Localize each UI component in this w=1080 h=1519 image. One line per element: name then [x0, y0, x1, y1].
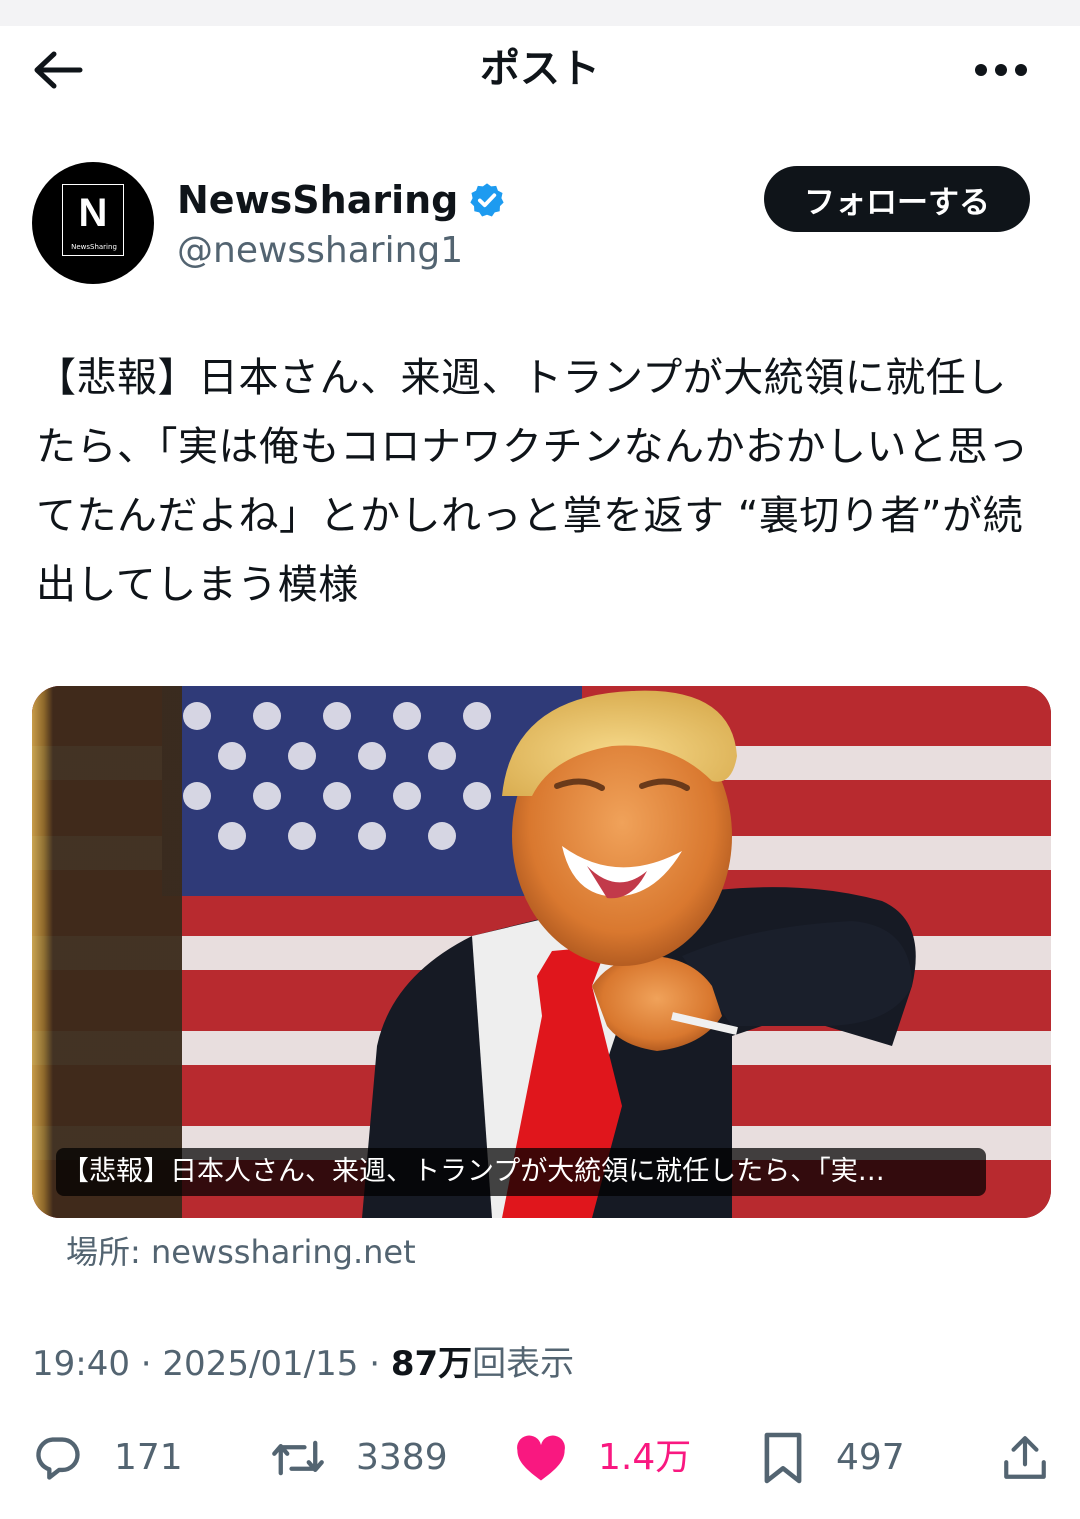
more-icon — [973, 63, 1029, 77]
views-count: 87万 — [390, 1344, 473, 1384]
avatar-letter: N — [78, 191, 108, 235]
post-date[interactable]: 2025/01/15 — [162, 1344, 358, 1384]
verified-badge-icon — [468, 181, 506, 219]
avatar-logo-frame: N NewsSharing — [62, 184, 124, 256]
link-card-image[interactable]: 【悲報】日本人さん、来週、トランプが大統領に就任したら、「実… — [32, 686, 1051, 1218]
repost-icon — [270, 1432, 326, 1484]
link-card-photo — [32, 686, 1051, 1218]
share-icon — [1000, 1432, 1050, 1484]
display-name-text: NewsSharing — [177, 178, 459, 222]
top-bar: ポスト — [0, 26, 1080, 122]
post-time[interactable]: 19:40 — [32, 1344, 130, 1384]
status-bar — [0, 0, 1080, 26]
bookmark-count: 497 — [836, 1437, 905, 1478]
like-button[interactable]: 1.4万 — [514, 1420, 691, 1496]
display-name[interactable]: NewsSharing — [177, 176, 506, 224]
post-meta: 19:40 · 2025/01/15 · 87万回表示 — [32, 1338, 574, 1390]
reply-count: 171 — [114, 1437, 183, 1478]
avatar-subtext: NewsSharing — [71, 243, 117, 251]
user-handle[interactable]: @newssharing1 — [177, 228, 463, 274]
action-bar: 171 3389 1.4万 497 — [0, 1420, 1080, 1496]
link-card-caption: 【悲報】日本人さん、来週、トランプが大統領に就任したら、「実… — [56, 1148, 986, 1196]
like-count: 1.4万 — [598, 1437, 692, 1478]
link-source[interactable]: 場所: newssharing.net — [66, 1228, 416, 1276]
reply-icon — [32, 1432, 84, 1484]
meta-separator-2: · — [358, 1344, 391, 1384]
page-title: ポスト — [480, 46, 600, 92]
repost-button[interactable]: 3389 — [270, 1420, 448, 1496]
post-text: 【悲報】日本さん、来週、トランプが大統領に就任したら、「実は俺もコロナワクチンな… — [36, 355, 1029, 608]
repost-count: 3389 — [356, 1437, 448, 1478]
share-button[interactable] — [1000, 1420, 1050, 1496]
follow-button[interactable]: フォローする — [764, 166, 1030, 232]
bookmark-icon — [760, 1430, 806, 1486]
bookmark-button[interactable]: 497 — [760, 1420, 905, 1496]
avatar[interactable]: N NewsSharing — [32, 162, 154, 284]
more-options-button[interactable] — [968, 50, 1034, 90]
reply-button[interactable]: 171 — [32, 1420, 183, 1496]
post-page: ポスト N NewsSharing NewsSharing @newsshari… — [0, 0, 1080, 1519]
like-icon — [514, 1433, 568, 1483]
meta-separator: · — [129, 1344, 163, 1384]
views-label: 回表示 — [472, 1344, 575, 1384]
author-row: N NewsSharing NewsSharing @newssharing1 … — [32, 162, 1048, 286]
